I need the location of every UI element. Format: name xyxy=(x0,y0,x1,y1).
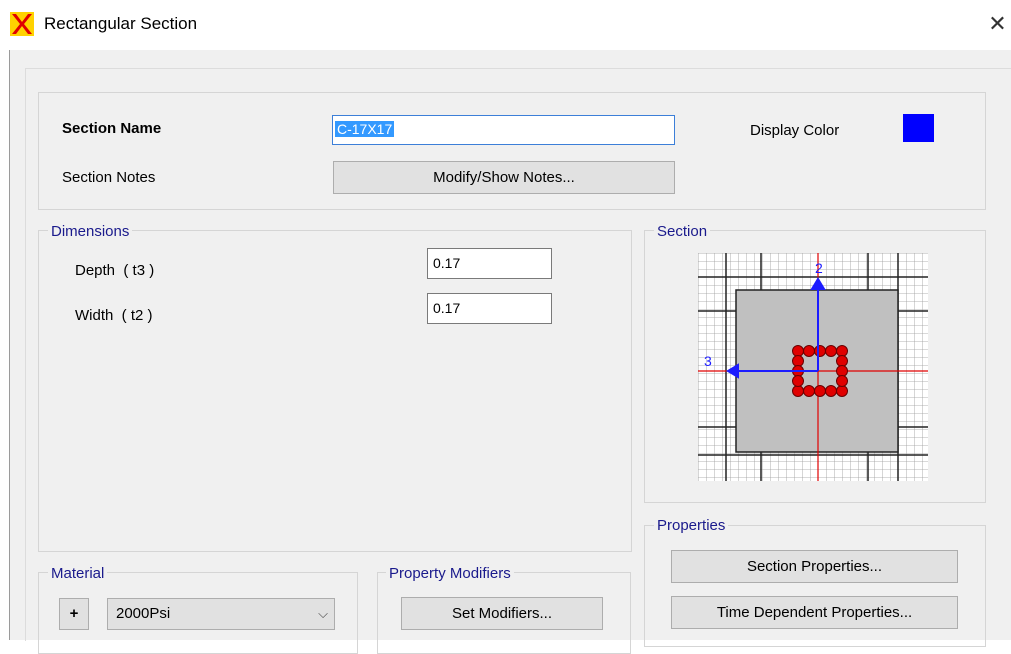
section-preview-canvas: 2 3 xyxy=(698,253,928,481)
close-icon: ✕ xyxy=(988,11,1007,36)
section-properties-button[interactable]: Section Properties... xyxy=(671,550,958,583)
axis-2-label: 2 xyxy=(815,260,823,276)
dialog-body: Section Name C-17X17 Display Color Secti… xyxy=(9,50,1011,654)
section-name-value: C-17X17 xyxy=(335,121,395,137)
add-material-label: + xyxy=(69,605,79,622)
property-modifiers-title: Property Modifiers xyxy=(386,565,514,582)
time-dependent-properties-button[interactable]: Time Dependent Properties... xyxy=(671,596,958,629)
depth-input[interactable]: 0.17 xyxy=(427,248,552,279)
dimensions-title: Dimensions xyxy=(48,223,133,240)
section-name-input[interactable]: C-17X17 xyxy=(332,115,675,145)
width-input[interactable]: 0.17 xyxy=(427,293,552,324)
modify-show-notes-button[interactable]: Modify/Show Notes... xyxy=(333,161,675,194)
display-color-swatch[interactable] xyxy=(903,114,934,142)
window-title: Rectangular Section xyxy=(44,14,198,33)
set-modifiers-label: Set Modifiers... xyxy=(451,605,553,622)
app-icon xyxy=(10,12,34,36)
section-notes-label: Section Notes xyxy=(62,169,156,186)
material-select[interactable]: 2000Psi ⌵ xyxy=(107,598,335,630)
axis-3-label: 3 xyxy=(704,353,712,369)
add-material-button[interactable]: + xyxy=(59,598,89,630)
depth-value: 0.17 xyxy=(433,255,461,271)
chevron-down-icon: ⌵ xyxy=(318,606,328,621)
section-preview-title: Section xyxy=(654,223,711,240)
set-modifiers-button[interactable]: Set Modifiers... xyxy=(401,597,603,630)
width-label: Width ( t2 ) xyxy=(75,307,153,324)
width-value: 0.17 xyxy=(433,300,461,316)
material-title: Material xyxy=(48,565,108,582)
display-color-label: Display Color xyxy=(750,122,840,139)
properties-title: Properties xyxy=(654,517,729,534)
material-selected-value: 2000Psi xyxy=(116,605,171,622)
depth-label: Depth ( t3 ) xyxy=(75,262,155,279)
modify-show-notes-label: Modify/Show Notes... xyxy=(433,169,575,186)
section-name-label: Section Name xyxy=(62,120,162,137)
section-properties-label: Section Properties... xyxy=(746,558,883,575)
title-bar: Rectangular Section ✕ xyxy=(0,0,1011,50)
close-button[interactable]: ✕ xyxy=(984,8,1011,40)
time-dependent-properties-label: Time Dependent Properties... xyxy=(716,604,913,621)
